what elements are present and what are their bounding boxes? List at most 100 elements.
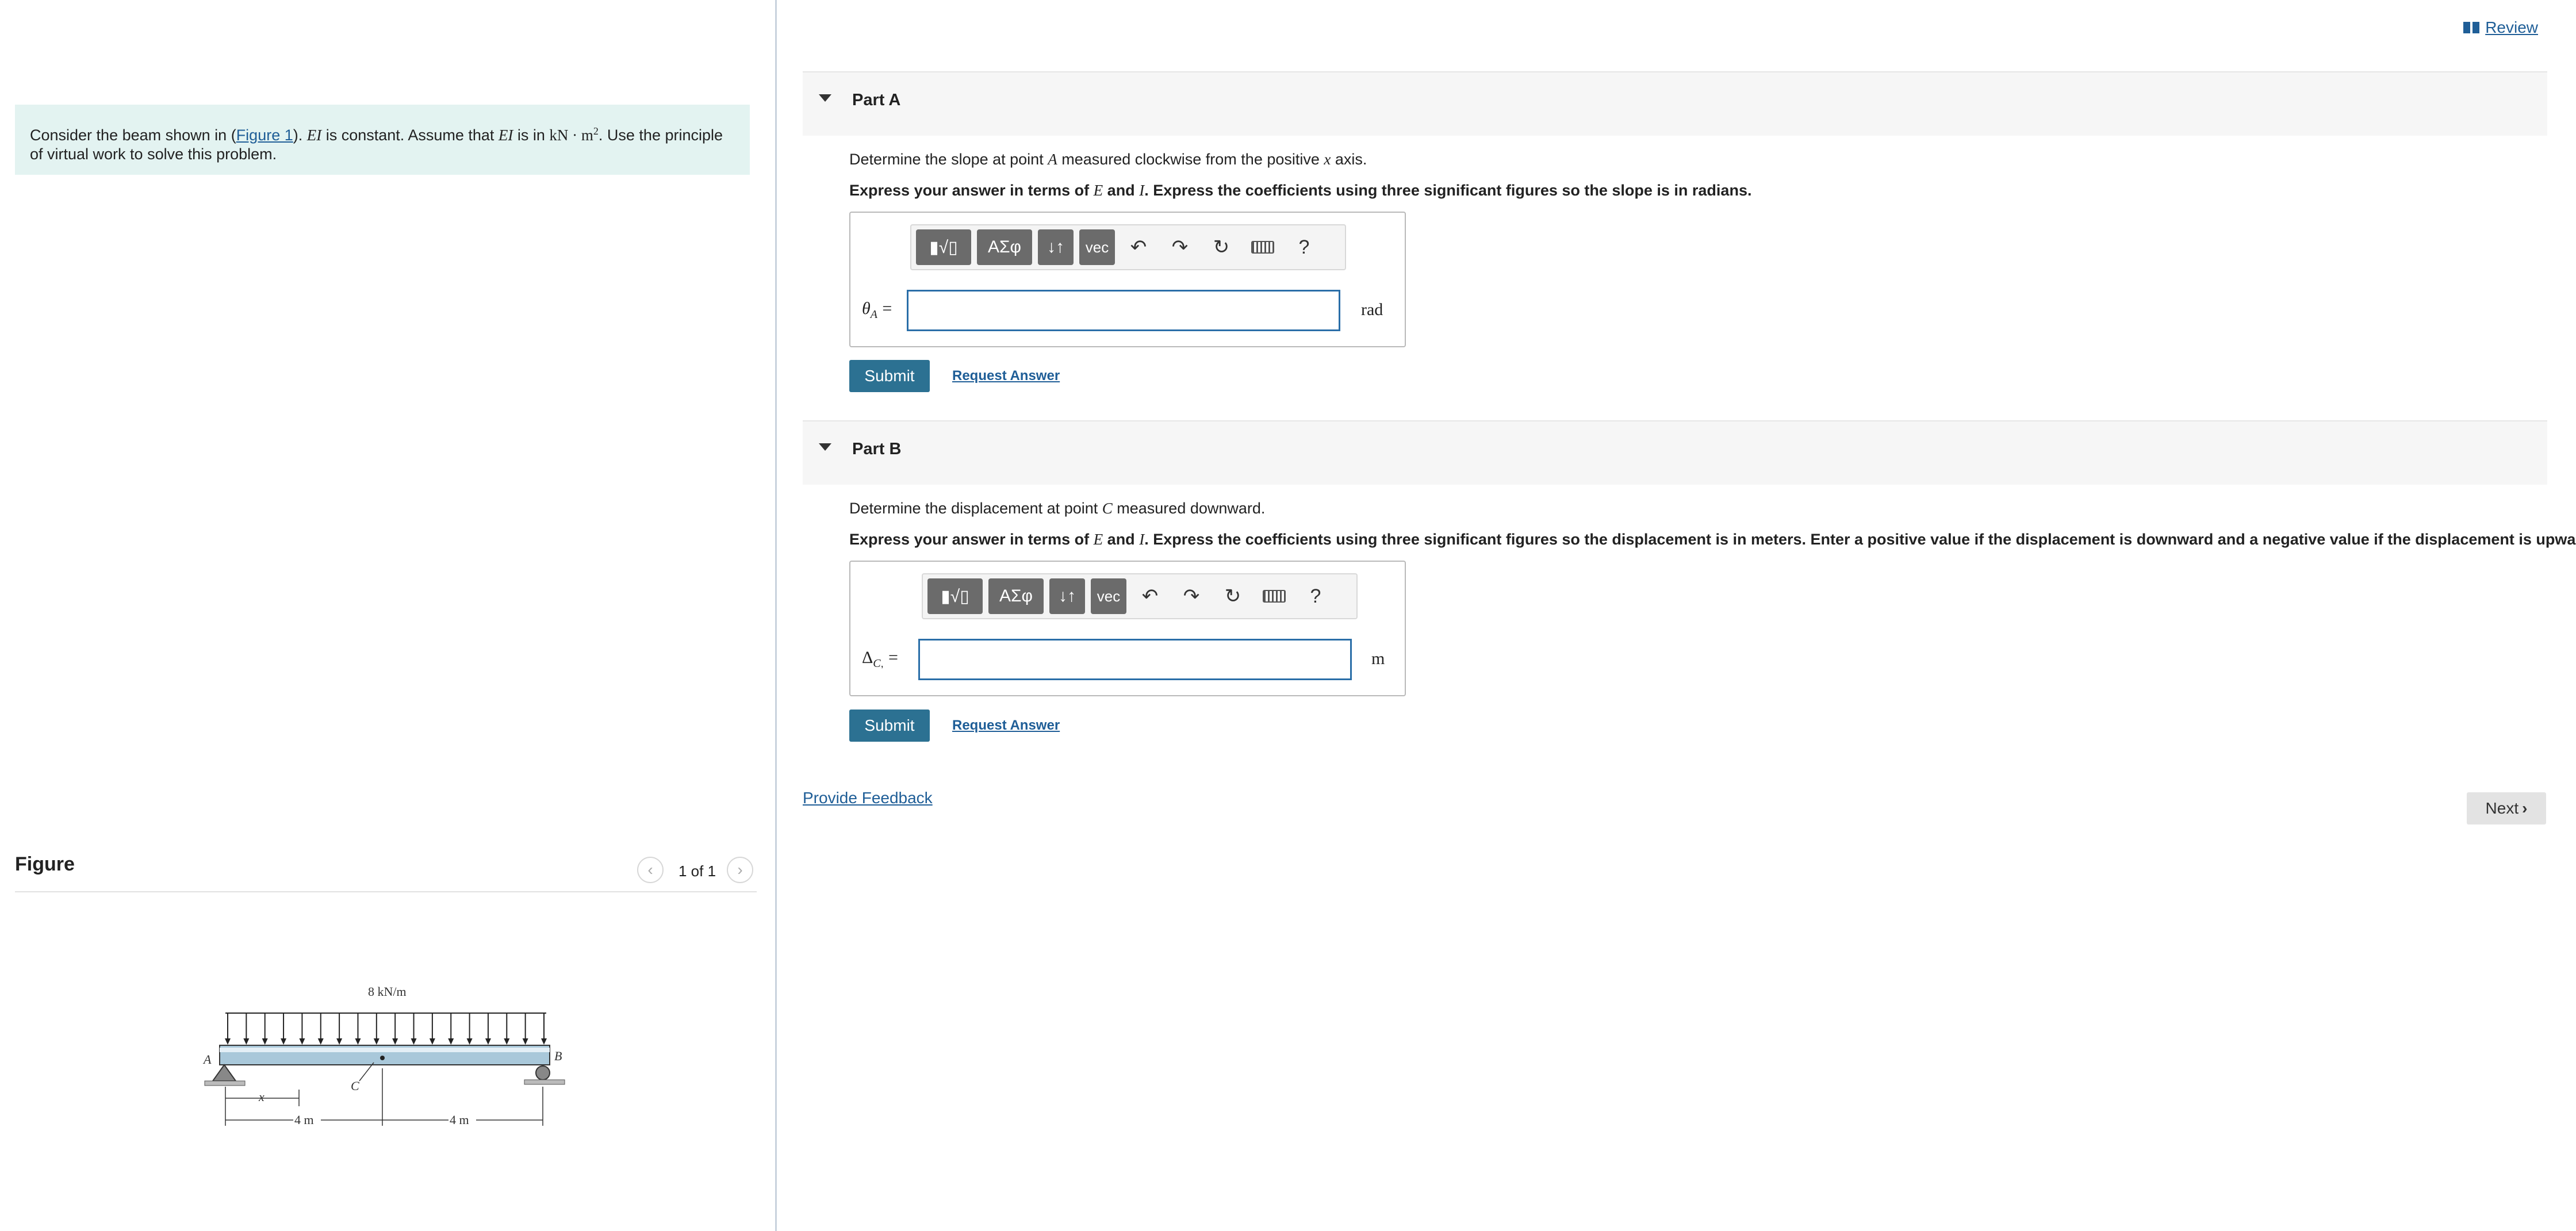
problem-statement: Consider the beam shown in (Figure 1). E… — [15, 105, 750, 175]
vec-button[interactable]: vec — [1091, 578, 1126, 614]
review-link[interactable]: Review — [2463, 18, 2538, 37]
load-arrow-head — [411, 1038, 417, 1045]
dim-label-right: 4 m — [450, 1113, 469, 1127]
load-arrow-head — [448, 1038, 454, 1045]
part-b-instr-pre: Express your answer in terms of — [849, 531, 1094, 548]
equals-sign: = — [888, 648, 898, 667]
part-a-point-symbol: A — [1048, 151, 1057, 168]
dim-label-left: 4 m — [294, 1113, 314, 1127]
part-b-answer-label: ΔC, = — [862, 648, 898, 670]
equals-sign: = — [882, 299, 892, 318]
caret-down-icon[interactable] — [819, 94, 831, 102]
part-b-header[interactable]: Part B — [803, 420, 2547, 485]
part-a-unit: rad — [1361, 300, 1383, 319]
part-b-submit-button[interactable]: Submit — [849, 710, 930, 742]
load-arrow-head — [262, 1038, 268, 1045]
radical-template-icon[interactable]: ▮√▯ — [916, 229, 971, 265]
arrows-button[interactable]: ↓↑ — [1038, 229, 1074, 265]
help-icon[interactable]: ? — [1286, 229, 1322, 265]
redo-icon[interactable]: ↷ — [1174, 578, 1209, 614]
units-text: kN · m — [549, 126, 593, 144]
part-b-unit: m — [1371, 649, 1385, 668]
label-x: x — [258, 1090, 264, 1104]
reset-icon[interactable]: ↻ — [1215, 578, 1251, 614]
units-exponent: 2 — [593, 125, 599, 137]
delta-symbol: Δ — [862, 648, 873, 667]
chevron-right-icon: › — [737, 861, 743, 879]
theta-subscript: A — [870, 308, 877, 321]
load-arrow-head — [466, 1038, 473, 1045]
part-a-answer-input[interactable] — [907, 290, 1340, 331]
load-arrow-head — [485, 1038, 491, 1045]
part-a-symbol-e: E — [1093, 182, 1103, 199]
greek-symbols-button[interactable]: ΑΣφ — [988, 578, 1044, 614]
figure-heading: Figure — [15, 853, 75, 875]
problem-text-2: ). — [293, 126, 307, 144]
next-label: Next — [2485, 799, 2519, 817]
greek-symbols-button[interactable]: ΑΣφ — [977, 229, 1032, 265]
part-a-title: Part A — [852, 91, 901, 109]
ei-symbol-2: EI — [498, 126, 513, 144]
part-b-math-toolbar: ▮√▯ ΑΣφ ↓↑ vec ↶ ↷ ↻ ? — [922, 573, 1358, 619]
figure-prev-button[interactable]: ‹ — [637, 857, 664, 883]
reset-icon[interactable]: ↻ — [1203, 229, 1239, 265]
vec-button[interactable]: vec — [1079, 229, 1115, 265]
beam-highlight — [220, 1048, 550, 1052]
load-arrow-head — [504, 1038, 510, 1045]
part-a-header[interactable]: Part A — [803, 71, 2547, 136]
part-a-instructions: Express your answer in terms of E and I.… — [849, 182, 1751, 200]
part-b-request-answer-link[interactable]: Request Answer — [952, 718, 1060, 734]
part-a-instr-pre: Express your answer in terms of — [849, 182, 1094, 199]
undo-icon[interactable]: ↶ — [1121, 229, 1156, 265]
label-a: A — [202, 1052, 212, 1067]
keyboard-icon[interactable] — [1245, 229, 1281, 265]
part-a-instr-and: and — [1103, 182, 1140, 199]
load-arrow-head — [317, 1038, 324, 1045]
pin-support-a — [212, 1064, 237, 1082]
next-button[interactable]: Next › — [2467, 792, 2546, 824]
part-a-math-toolbar: ▮√▯ ΑΣφ ↓↑ vec ↶ ↷ ↻ ? — [910, 224, 1346, 270]
theta-symbol: θ — [862, 299, 871, 318]
part-a-submit-button[interactable]: Submit — [849, 360, 930, 392]
load-arrow-head — [355, 1038, 361, 1045]
review-label[interactable]: Review — [2485, 18, 2538, 37]
load-arrow-head — [299, 1038, 305, 1045]
part-a-answer-label: θA = — [862, 299, 892, 321]
part-a-answer-box: ▮√▯ ΑΣφ ↓↑ vec ↶ ↷ ↻ ? θA = rad — [849, 212, 1406, 347]
delta-subscript-comma: , — [880, 658, 884, 669]
part-a-request-answer-link[interactable]: Request Answer — [952, 368, 1060, 384]
radical-template-icon[interactable]: ▮√▯ — [927, 578, 983, 614]
help-icon[interactable]: ? — [1298, 578, 1333, 614]
undo-icon[interactable]: ↶ — [1132, 578, 1168, 614]
part-b-symbol-e: E — [1093, 531, 1103, 548]
figure-divider — [15, 891, 757, 892]
book-icon — [2463, 22, 2480, 33]
figure-next-button[interactable]: › — [727, 857, 753, 883]
provide-feedback-link[interactable]: Provide Feedback — [803, 789, 933, 807]
part-a-prompt: Determine the slope at point A measured … — [849, 151, 1367, 168]
label-c: C — [351, 1079, 359, 1093]
part-b-answer-box: ▮√▯ ΑΣφ ↓↑ vec ↶ ↷ ↻ ? ΔC, = m — [849, 561, 1406, 696]
chevron-left-icon: ‹ — [647, 861, 653, 879]
redo-icon[interactable]: ↷ — [1162, 229, 1198, 265]
load-arrows — [225, 1013, 547, 1045]
part-b-answer-input[interactable] — [918, 639, 1352, 680]
problem-text-4: is in — [513, 126, 550, 144]
label-b: B — [554, 1049, 562, 1063]
arrows-button[interactable]: ↓↑ — [1049, 578, 1085, 614]
delta-subscript: C — [873, 657, 881, 670]
part-b-point-symbol: C — [1102, 500, 1113, 517]
part-a-axis-symbol: x — [1324, 151, 1331, 168]
load-arrow-head — [541, 1038, 547, 1045]
keyboard-icon[interactable] — [1256, 578, 1292, 614]
load-arrow-head — [281, 1038, 287, 1045]
load-arrow-head — [429, 1038, 435, 1045]
point-c-marker — [380, 1056, 385, 1060]
left-pane: Consider the beam shown in (Figure 1). E… — [0, 0, 777, 1231]
figure-link[interactable]: Figure 1 — [236, 126, 293, 144]
load-arrow-head — [522, 1038, 528, 1045]
caret-down-icon[interactable] — [819, 443, 831, 451]
part-b-instr-and: and — [1103, 531, 1140, 548]
part-b-prompt: Determine the displacement at point C me… — [849, 500, 1265, 517]
part-b-instructions: Express your answer in terms of E and I.… — [849, 531, 2576, 549]
